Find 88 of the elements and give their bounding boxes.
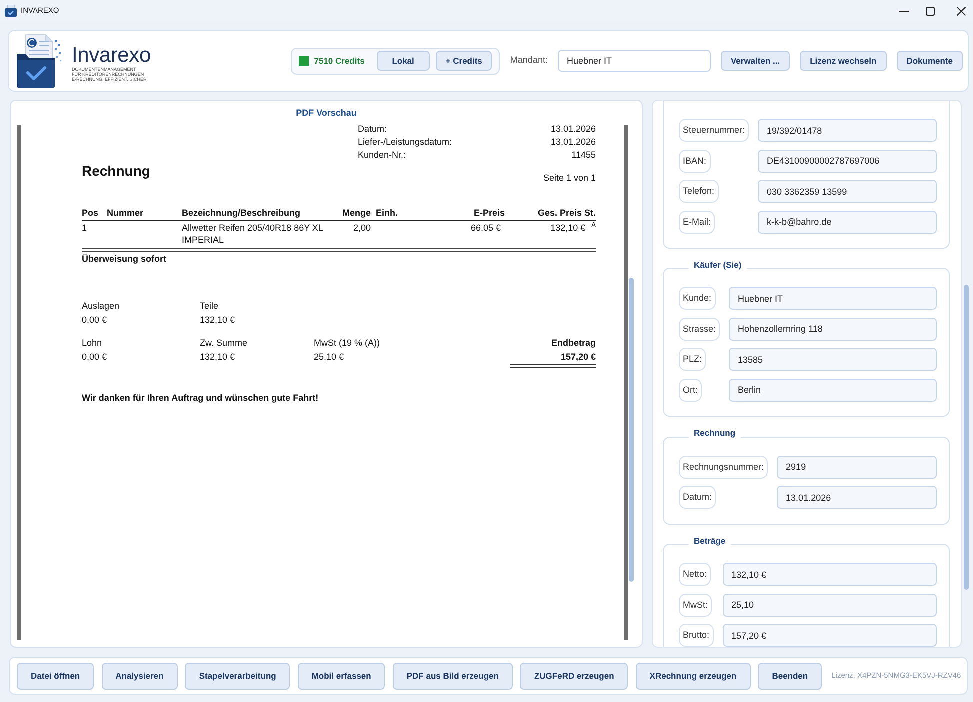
field-label: Rechnungsnummer: [679,456,768,478]
column-header: Menge [342,208,371,218]
column-header: Pos [82,208,99,218]
text-field[interactable]: Berlin [729,378,937,402]
column-header: Ges. Preis St. [538,208,596,218]
app-icon [5,5,17,17]
client-label: Mandant: [510,54,548,68]
text-field[interactable]: k-k-b@bahro.de [758,210,937,234]
field-label: Brutto: [679,624,714,647]
field-label: Telefon: [679,180,719,203]
credits-button[interactable]: Lokal [376,51,430,71]
header-button[interactable]: Verwalten ... [720,51,790,71]
summary-value: 0,00 € [82,351,108,364]
meta-value: 11455 [572,148,596,162]
text-field[interactable]: 157,20 € [722,624,937,647]
action-button[interactable]: ZUGFeRD erzeugen [520,662,628,690]
summary-label: Auslagen [82,300,121,313]
scrollbar-thumb[interactable] [629,278,634,582]
meta-value: 13.01.2026 [550,125,596,136]
text-field[interactable]: 2919 [777,456,937,478]
credits-button[interactable]: + Credits [436,51,492,71]
field-label: Strasse: [679,318,720,340]
text-field[interactable]: 132,10 € [722,563,937,586]
field-label: Netto: [679,563,712,586]
minimize-icon [899,10,909,12]
action-button[interactable]: Beenden [758,662,822,690]
payment-terms: Überweisung sofort [82,252,168,266]
preview-title: PDF Vorschau [296,107,357,120]
item-quantity: 2,00 [353,222,371,232]
text-field[interactable]: DE43100900002787697006 [758,150,937,172]
section-title: Beträge [693,536,727,548]
scrollbar-thumb[interactable] [964,285,969,590]
text-field[interactable]: 19/392/01478 [758,119,937,142]
field-label: Ort: [679,378,702,402]
credits-balance: 7510 Credits [314,54,365,68]
summary-label: Lohn [82,337,104,350]
column-header: Nummer [107,208,144,218]
closing-text: Wir danken für Ihren Auftrag und wünschen gute Fahrt! [82,392,320,405]
brand-name: Invarexo [72,44,152,66]
action-button[interactable]: PDF aus Bild erzeugen [392,662,513,690]
field-label: Kunde: [679,287,716,310]
summary-value: 132,10 € [200,314,236,327]
total-value: 157,20 € [510,351,596,368]
position-number: 1 [82,222,88,232]
column-header: E-Preis [474,208,505,218]
unit-price: 66,05 € [470,222,502,232]
text-field[interactable]: Hohenzollernring 118 [729,318,937,340]
summary-label: Teile [200,300,220,313]
summary-value: 132,10 € [200,351,236,364]
maximize-icon [926,6,934,16]
action-button[interactable]: Analysieren [102,662,178,690]
total-label: Endbetrag [550,337,596,350]
meta-label: Liefer-/Leistungsdatum: [358,136,452,148]
text-field[interactable]: 25,10 [722,594,937,616]
close-icon [956,6,966,16]
meta-label: Kunden-Nr.: [358,148,406,162]
line-total: 132,10 € [550,222,586,232]
action-button[interactable]: Stapelverarbeitung [185,662,290,690]
field-label: IBAN: [679,150,711,172]
action-button[interactable]: XRechnung erzeugen [636,662,751,690]
text-field[interactable]: Huebner IT [729,287,937,310]
page-number: Seite 1 von 1 [543,172,596,184]
item-description: Allwetter Reifen 205/40R18 86Y XL IMPERIAL [182,222,324,246]
header-button[interactable]: Lizenz wechseln [800,51,887,71]
summary-value: 25,10 € [314,351,346,364]
summary-value: 0,00 € [82,314,108,327]
text-field[interactable]: 13585 [729,348,937,371]
field-label: Steuernummer: [679,119,750,142]
field-label: Datum: [679,486,716,509]
action-button[interactable]: Datei öffnen [17,662,94,690]
field-label: E-Mail: [679,210,716,234]
text-field[interactable]: 030 3362359 13599 [758,180,937,203]
header-button[interactable]: Dokumente [896,51,963,71]
section-title: Rechnung [693,428,737,440]
column-header: Bezeichnung/Beschreibung [182,208,301,218]
client-field[interactable]: Huebner IT [558,50,711,72]
summary-label: MwSt (19 % (A)) [314,337,382,350]
field-label: MwSt: [679,594,712,616]
meta-value: 13.01.2026 [550,136,596,148]
status-square-icon [299,56,310,66]
field-label: PLZ: [679,348,706,371]
text-field[interactable]: 13.01.2026 [777,486,937,509]
column-header: Einh. [376,208,398,218]
section-title: Käufer (Sie) [693,260,743,272]
summary-label: Zw. Summe [200,337,249,350]
action-button[interactable]: Mobil erfassen [298,662,386,690]
meta-label: Datum: [358,125,388,136]
document-title: Rechnung [82,162,150,180]
